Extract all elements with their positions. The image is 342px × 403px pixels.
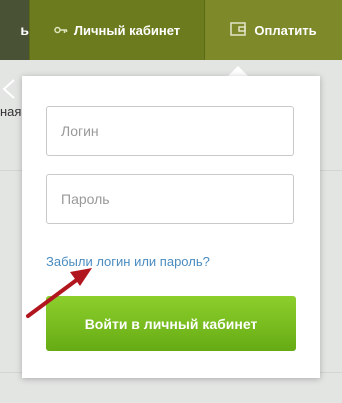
annotation-arrow-icon	[26, 268, 92, 318]
